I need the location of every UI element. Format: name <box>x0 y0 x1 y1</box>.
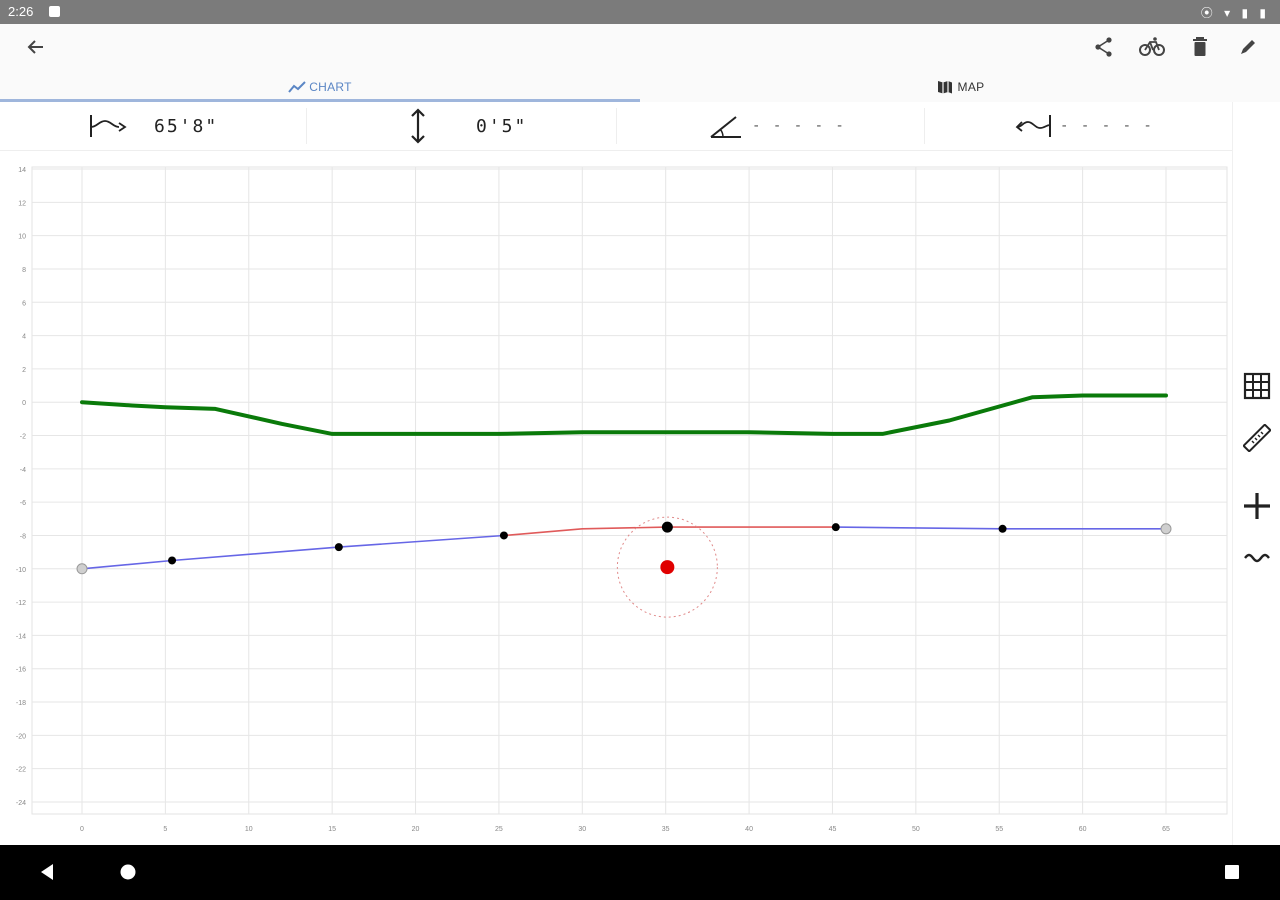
series-point <box>998 524 1007 533</box>
status-bar: 2:26 ⦿ ▾ ▮ ▮ <box>0 0 1280 24</box>
nav-home-icon[interactable] <box>108 852 148 892</box>
control-point <box>660 560 675 575</box>
y-tick-label: 6 <box>22 300 26 307</box>
y-tick-label: -18 <box>16 700 26 707</box>
distance-value: 65'8" <box>154 115 219 137</box>
height-arrows-icon <box>411 108 425 144</box>
x-tick-label: 40 <box>745 826 753 833</box>
x-tick-label: 10 <box>245 826 253 833</box>
y-tick-label: -4 <box>20 467 26 474</box>
tab-map-label: MAP <box>957 80 985 94</box>
system-icons: ⦿ ▾ ▮ ▮ <box>1200 6 1270 20</box>
share-icon[interactable] <box>1084 27 1124 67</box>
y-tick-label: 4 <box>22 334 26 341</box>
trash-icon[interactable] <box>1180 27 1220 67</box>
angle-value: - - - - - <box>752 118 846 134</box>
x-tick-label: 30 <box>578 826 586 833</box>
wave-icon[interactable] <box>1237 538 1277 578</box>
metric-divider <box>306 108 307 144</box>
ruler-icon[interactable] <box>1237 418 1277 458</box>
chart-svg[interactable]: 14121086420-2-4-6-8-10-12-14-16-18-20-22… <box>0 150 1232 845</box>
x-tick-label: 20 <box>412 826 420 833</box>
series-line <box>81 534 505 570</box>
distance-metric[interactable]: 65'8" <box>88 102 218 150</box>
end-point <box>76 563 88 575</box>
width-value: - - - - - <box>1060 118 1154 134</box>
nav-recents-icon[interactable] <box>1212 852 1252 892</box>
width-metric[interactable]: - - - - - <box>1014 102 1154 150</box>
y-tick-label: -12 <box>16 600 26 607</box>
bicycle-icon[interactable] <box>1132 27 1172 67</box>
app-bar <box>0 24 1280 72</box>
y-tick-label: 12 <box>18 200 26 207</box>
status-time: 2:26 <box>8 4 34 19</box>
end-point <box>1160 523 1172 535</box>
angle-metric[interactable]: - - - - - <box>708 102 846 150</box>
y-tick-label: -10 <box>16 567 26 574</box>
tab-bar: CHART MAP <box>0 72 1280 102</box>
selected-point <box>661 521 673 533</box>
x-tick-label: 50 <box>912 826 920 833</box>
y-tick-label: -22 <box>16 767 26 774</box>
y-tick-label: 14 <box>18 167 26 174</box>
y-tick-label: -20 <box>16 733 26 740</box>
y-tick-label: 2 <box>22 367 26 374</box>
tab-chart-label: CHART <box>309 80 352 94</box>
plot-area <box>31 166 1228 815</box>
x-tick-label: 65 <box>1162 826 1170 833</box>
notification-icon <box>49 6 60 17</box>
angle-icon <box>710 116 741 138</box>
height-value: 0'5" <box>476 115 528 137</box>
x-tick-label: 45 <box>829 826 837 833</box>
map-icon <box>937 81 952 94</box>
x-tick-label: 35 <box>662 826 670 833</box>
x-tick-label: 25 <box>495 826 503 833</box>
chart-line-icon <box>288 81 306 93</box>
x-tick-label: 5 <box>163 826 167 833</box>
right-toolbar <box>1232 102 1280 845</box>
y-tick-label: -8 <box>20 533 26 540</box>
y-tick-label: 8 <box>22 267 26 274</box>
y-tick-label: 0 <box>22 400 26 407</box>
y-tick-label: -16 <box>16 667 26 674</box>
y-tick-label: -6 <box>20 500 26 507</box>
tab-chart[interactable]: CHART <box>0 72 640 102</box>
navigation-bar <box>0 845 1280 900</box>
metric-divider <box>924 108 925 144</box>
distance-icon <box>90 115 127 137</box>
series-point <box>334 543 343 552</box>
series-point <box>831 523 840 532</box>
metric-divider <box>616 108 617 144</box>
back-arrow-icon[interactable] <box>16 27 56 67</box>
add-icon[interactable] <box>1237 486 1277 526</box>
series-point <box>499 531 508 540</box>
y-tick-label: 10 <box>18 234 26 241</box>
y-tick-label: -24 <box>16 800 26 807</box>
series-line <box>80 393 1168 436</box>
x-tick-label: 15 <box>328 826 336 833</box>
y-tick-label: -2 <box>20 434 26 441</box>
grid-icon[interactable] <box>1237 366 1277 406</box>
x-tick-label: 60 <box>1079 826 1087 833</box>
metrics-row: 65'8" 0'5" - - - - - - - - - - <box>0 102 1232 151</box>
nav-back-icon[interactable] <box>27 852 67 892</box>
y-tick-label: -14 <box>16 633 26 640</box>
profile-chart[interactable]: 14 12 10 8 6 4 2 0 -2 -4 -6 -8 -10 -12 -14 -16 -18 -20 -22… <box>0 150 1232 845</box>
tab-map[interactable]: MAP <box>640 72 1280 102</box>
x-tick-label: 0 <box>80 826 84 833</box>
width-icon <box>1015 115 1051 137</box>
pencil-icon[interactable] <box>1228 27 1268 67</box>
series-point <box>168 556 177 565</box>
height-metric[interactable]: 0'5" <box>406 102 527 150</box>
x-tick-label: 55 <box>995 826 1003 833</box>
